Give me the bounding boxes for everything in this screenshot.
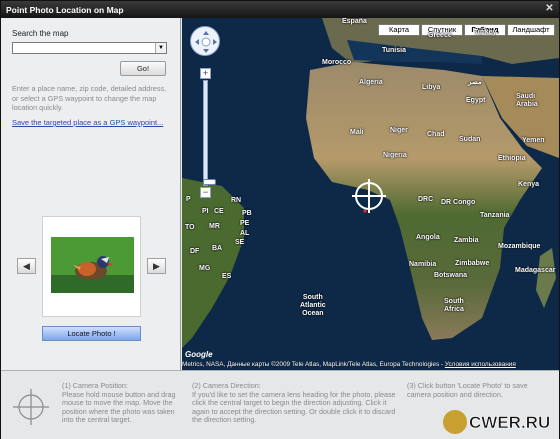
map-label: Botswana	[434, 272, 468, 279]
map-label: Egypt	[466, 97, 486, 104]
pan-arrows-icon[interactable]	[191, 27, 221, 57]
map-type-map[interactable]: Карта	[378, 24, 420, 36]
map-label: Ethiopia	[498, 155, 526, 162]
zoom-track[interactable]	[203, 80, 216, 186]
photo-thumbnail	[42, 216, 141, 317]
map-label: ES	[222, 273, 232, 280]
step2-text: If you'd like to set the camera lens hea…	[192, 389, 396, 425]
map-label: Angola	[416, 234, 440, 241]
map-label: Niger	[390, 127, 408, 134]
step3-title: (3) Click button 'Locate Photo' to save …	[407, 381, 528, 399]
map-label: DR Congo	[441, 199, 476, 206]
next-photo-button[interactable]: ▶	[147, 258, 166, 274]
zoom-in-button[interactable]: +	[200, 68, 211, 79]
map-label: Saudi Arabia	[516, 93, 538, 108]
map-label: AL	[240, 230, 250, 237]
map-type-terrain[interactable]: Ландшафт	[507, 24, 555, 36]
map-label: España	[342, 18, 367, 25]
map-label: Turkey	[474, 29, 497, 36]
map-label: TO	[185, 224, 195, 231]
map-label: Yemen	[522, 137, 545, 144]
map-label: Sudan	[459, 136, 481, 143]
map-label: PB	[242, 210, 252, 217]
map-label-arabic: مصر	[468, 79, 482, 86]
map-label: MR	[209, 223, 220, 230]
map-label: Nigeria	[383, 152, 407, 159]
step1-text: Please hold mouse button and drag mouse …	[62, 389, 176, 425]
pan-control[interactable]	[190, 26, 220, 56]
terms-link[interactable]: Условия использования	[445, 361, 516, 368]
map-label: PE	[240, 220, 250, 227]
map-label: South Africa	[444, 298, 464, 313]
save-waypoint-link[interactable]: Save the targeted place as a GPS waypoin…	[12, 118, 163, 127]
map-label: Zambia	[454, 237, 479, 244]
step-locate: (3) Click button 'Locate Photo' to save …	[407, 381, 547, 399]
map-label: PI	[202, 208, 209, 215]
map-label: Algeria	[359, 79, 383, 86]
duck-photo	[51, 237, 134, 293]
watermark-text: CWER.RU	[469, 413, 550, 432]
mandarin-duck-image	[51, 237, 134, 293]
zoom-knob[interactable]	[203, 179, 216, 185]
google-logo: Google	[185, 350, 213, 359]
map-attribution: Metrics, NASA, Данные карты ©2009 Tele A…	[182, 361, 516, 368]
map-view[interactable]: Карта Спутник Гибрид Ландшафт + − España…	[182, 18, 559, 370]
map-label: RN	[231, 197, 242, 204]
step-camera-position: (1) Camera Position: Please hold mouse b…	[62, 381, 187, 425]
map-label: DRC	[418, 196, 434, 203]
map-label: Tunisia	[382, 47, 406, 54]
map-label: Tanzania	[480, 212, 510, 219]
zoom-slider[interactable]: + −	[200, 68, 216, 198]
map-label: Greece	[428, 32, 452, 39]
zoom-out-button[interactable]: −	[200, 187, 211, 198]
central-target-icon[interactable]	[351, 178, 387, 214]
map-label: P	[186, 196, 191, 203]
map-label: Morocco	[322, 59, 352, 66]
map-label: Namibia	[409, 261, 437, 268]
search-label: Search the map	[12, 29, 69, 38]
title-bar: Point Photo Location on Map ✕	[1, 1, 559, 18]
map-label: Zimbabwe	[455, 260, 490, 267]
crosshair-icon	[13, 389, 49, 425]
step-camera-direction: (2) Camera Direction: If you'd like to s…	[192, 381, 400, 425]
map-label: DF	[190, 248, 200, 255]
map-label: Mali	[350, 129, 364, 136]
prev-photo-button[interactable]: ◀	[17, 258, 36, 274]
instructions-panel: (1) Camera Position: Please hold mouse b…	[1, 370, 559, 439]
app-window: Point Photo Location on Map ✕ Search the…	[0, 0, 560, 439]
close-icon[interactable]: ✕	[544, 4, 555, 15]
map-label: Mozambique	[498, 243, 541, 250]
map-label: BA	[212, 245, 223, 252]
map-label: Kenya	[518, 181, 540, 188]
search-hint: Enter a place name, zip code, detailed a…	[12, 84, 167, 112]
map-label: CE	[214, 208, 224, 215]
search-combo-input[interactable]: ▼	[12, 42, 167, 54]
window-title: Point Photo Location on Map	[6, 5, 124, 15]
go-button[interactable]: Go!	[120, 61, 166, 76]
map-label: Libya	[422, 84, 441, 91]
chevron-down-icon[interactable]: ▼	[155, 43, 166, 53]
map-label: Madagascar	[515, 267, 556, 274]
map-label: SE	[235, 239, 245, 246]
map-label: South Atlantic Ocean	[300, 294, 326, 317]
cwer-watermark-logo: CWER.RU	[443, 410, 551, 434]
map-label: Chad	[427, 131, 445, 138]
sidebar: Search the map ▼ Go! Enter a place name,…	[1, 18, 181, 370]
map-label: MG	[199, 265, 211, 272]
attribution-text: Metrics, NASA, Данные карты ©2009 Tele A…	[182, 361, 445, 368]
locate-photo-button[interactable]: Locate Photo !	[42, 326, 141, 341]
